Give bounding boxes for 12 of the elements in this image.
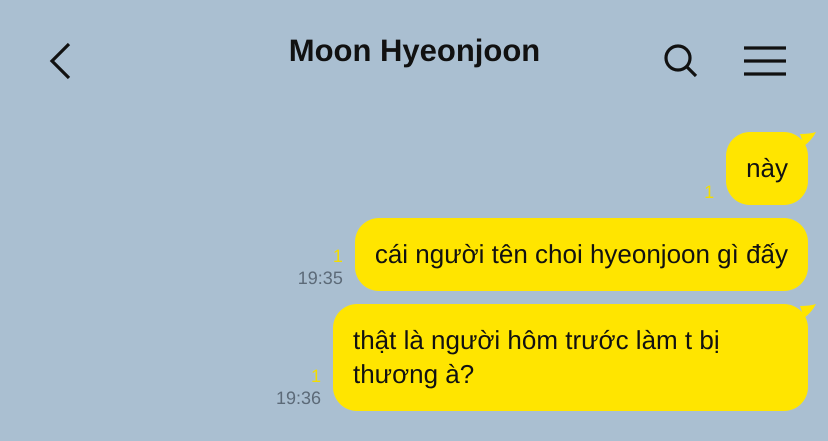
unread-count: 1 — [310, 365, 321, 387]
message-time: 19:36 — [276, 387, 321, 409]
unread-count: 1 — [704, 181, 714, 203]
search-icon[interactable] — [663, 43, 699, 79]
message-bubble: này — [726, 132, 808, 205]
message-time: 19:35 — [298, 267, 343, 289]
message-bubble: thật là người hôm trước làm t bị thương à? — [333, 304, 808, 411]
message-bubble: cái người tên choi hyeonjoon gì đấy — [354, 218, 808, 291]
chat-title: Moon Hyeonjoon — [288, 33, 542, 69]
menu-icon[interactable] — [744, 46, 786, 76]
unread-count: 1 — [332, 245, 343, 267]
back-icon[interactable] — [48, 42, 72, 80]
